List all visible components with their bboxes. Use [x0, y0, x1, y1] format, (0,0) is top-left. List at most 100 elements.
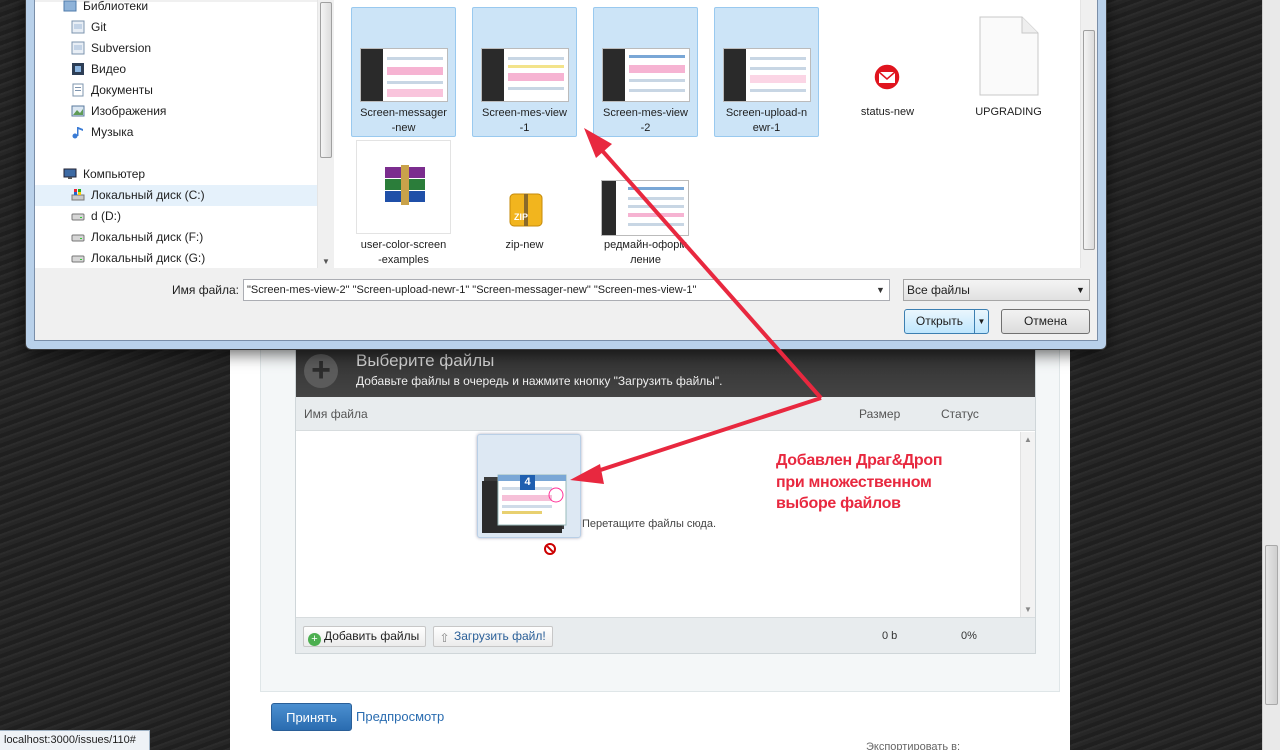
open-file-dialog: Библиотеки Git Subversion Видео Документ… — [25, 0, 1107, 350]
music-icon — [72, 127, 83, 139]
open-button[interactable]: Открыть ▼ — [904, 309, 989, 334]
svg-text:ZIP: ZIP — [514, 212, 528, 222]
scroll-down-icon[interactable]: ▼ — [322, 257, 330, 266]
annotation-text: Добавлен Драг&Дроп при множественном выб… — [776, 450, 943, 515]
nav-item-label: Документы — [91, 83, 153, 97]
video-icon — [72, 63, 84, 75]
preview-link[interactable]: Предпросмотр — [356, 709, 444, 724]
cancel-button[interactable]: Отмена — [1001, 309, 1090, 334]
scroll-up-icon[interactable]: ▲ — [1024, 435, 1032, 444]
page-scroll-thumb[interactable] — [1265, 545, 1278, 705]
uploader-title: Выберите файлы — [356, 351, 495, 370]
upload-arrow-icon: ⇧ — [439, 631, 450, 645]
nav-item-video[interactable]: Видео — [35, 59, 317, 80]
annotation-line: Добавлен Драг&Дроп — [776, 452, 943, 469]
files-scrollbar[interactable] — [1080, 0, 1097, 268]
nav-item-drive-d[interactable]: d (D:) — [35, 206, 317, 227]
file-name: user-color-screen -examples — [360, 239, 447, 266]
drag-preview: 4 — [477, 434, 581, 538]
column-filename: Имя файла — [304, 407, 368, 421]
file-name: редмайн-оформ ление — [604, 239, 687, 266]
drive-icon — [71, 255, 85, 263]
dialog-body: Библиотеки Git Subversion Видео Документ… — [34, 0, 1098, 341]
archive-icon — [385, 165, 425, 205]
nav-item-label: Subversion — [91, 41, 152, 55]
zip-icon: ZIP — [509, 193, 543, 227]
file-item[interactable]: Screen-mes-view -1 — [472, 7, 577, 137]
plus-icon[interactable]: + — [304, 353, 338, 388]
file-item[interactable]: status-new — [835, 7, 940, 137]
screenshot-thumbnail — [360, 48, 448, 102]
nav-item-drive-g[interactable]: Локальный диск (G:) — [35, 248, 317, 269]
filename-label: Имя файла: — [172, 283, 239, 297]
nav-item-label: Компьютер — [83, 167, 146, 181]
nav-item-drive-f[interactable]: Локальный диск (F:) — [35, 227, 317, 248]
scroll-down-icon[interactable]: ▼ — [1024, 605, 1032, 614]
drag-count-badge: 4 — [524, 476, 531, 488]
annotation-line: выборе файлов — [776, 495, 901, 512]
uploader-footer: + Добавить файлы ⇧ Загрузить файл! 0 b 0% — [296, 617, 1035, 653]
uploader-subtitle: Добавьте файлы в очередь и нажмите кнопк… — [356, 374, 723, 388]
add-icon: + — [308, 633, 321, 646]
chevron-down-icon[interactable]: ▼ — [872, 280, 889, 300]
nav-item-computer[interactable]: Компьютер — [35, 164, 317, 185]
mail-status-icon — [873, 63, 901, 91]
drop-zone-scrollbar[interactable]: ▲ ▼ — [1020, 432, 1035, 617]
uploader-columns: Имя файла Размер Статус — [296, 397, 1035, 431]
drive-icon — [71, 213, 85, 221]
nav-item-label: Видео — [91, 62, 127, 76]
filename-value: "Screen-mes-view-2" "Screen-upload-newr-… — [247, 284, 697, 296]
file-name: Screen-messager -new — [360, 107, 447, 134]
drive-icon — [71, 234, 85, 242]
file-item[interactable]: ZIP zip-new — [472, 140, 577, 270]
nav-item-libraries[interactable]: Библиотеки — [35, 0, 317, 17]
file-item[interactable]: редмайн-оформ ление — [593, 140, 698, 270]
upload-label: Загрузить файл! — [454, 629, 546, 643]
file-name: status-new — [860, 106, 915, 118]
nav-item-git[interactable]: Git — [35, 17, 317, 38]
submit-button[interactable]: Принять — [271, 703, 352, 731]
file-item[interactable]: UPGRADING — [956, 7, 1061, 137]
nav-item-images[interactable]: Изображения — [35, 101, 317, 122]
nav-item-label: d (D:) — [91, 209, 121, 223]
file-name: UPGRADING — [975, 106, 1042, 118]
nav-item-label: Git — [91, 20, 107, 34]
files-scroll-thumb[interactable] — [1083, 30, 1095, 250]
nav-item-label: Библиотеки — [83, 0, 149, 13]
column-size: Размер — [859, 407, 901, 421]
system-drive-icon — [71, 189, 85, 201]
add-files-label: Добавить файлы — [324, 629, 420, 643]
total-percent: 0% — [961, 630, 977, 642]
column-status: Статус — [941, 407, 979, 421]
upload-button[interactable]: ⇧ Загрузить файл! — [433, 626, 553, 647]
screenshot-thumbnail — [481, 48, 569, 102]
total-size: 0 b — [882, 630, 898, 642]
nav-scrollbar[interactable]: ▼ — [317, 0, 334, 268]
file-item[interactable]: Screen-upload-n ewr-1 — [714, 7, 819, 137]
chevron-down-icon[interactable]: ▼ — [1072, 280, 1089, 300]
no-drop-icon — [544, 543, 556, 555]
file-name: Screen-upload-n ewr-1 — [725, 107, 808, 134]
drop-hint: Перетащите файлы сюда. — [582, 518, 717, 530]
nav-item-music[interactable]: Музыка — [35, 122, 317, 143]
add-files-button[interactable]: + Добавить файлы — [303, 626, 427, 647]
nav-item-label: Музыка — [91, 125, 134, 139]
document-icon — [979, 16, 1039, 96]
nav-item-drive-c[interactable]: Локальный диск (C:) — [35, 185, 317, 206]
page-scrollbar[interactable] — [1262, 0, 1280, 750]
open-dropdown-icon[interactable]: ▼ — [974, 310, 988, 333]
images-icon — [71, 105, 85, 117]
library-icon — [71, 41, 85, 55]
nav-item-documents[interactable]: Документы — [35, 80, 317, 101]
filetype-value: Все файлы — [907, 283, 970, 297]
nav-item-label: Локальный диск (G:) — [91, 251, 206, 265]
nav-item-subversion[interactable]: Subversion — [35, 38, 317, 59]
filename-input[interactable]: "Screen-mes-view-2" "Screen-upload-newr-… — [243, 279, 890, 301]
file-item[interactable]: user-color-screen -examples — [351, 140, 456, 270]
open-label: Открыть — [915, 314, 964, 328]
nav-item-label: Локальный диск (F:) — [91, 230, 204, 244]
nav-scroll-thumb[interactable] — [320, 2, 332, 158]
file-item[interactable]: Screen-messager -new — [351, 7, 456, 137]
filetype-select[interactable]: Все файлы ▼ — [903, 279, 1090, 301]
file-item[interactable]: Screen-mes-view -2 — [593, 7, 698, 137]
